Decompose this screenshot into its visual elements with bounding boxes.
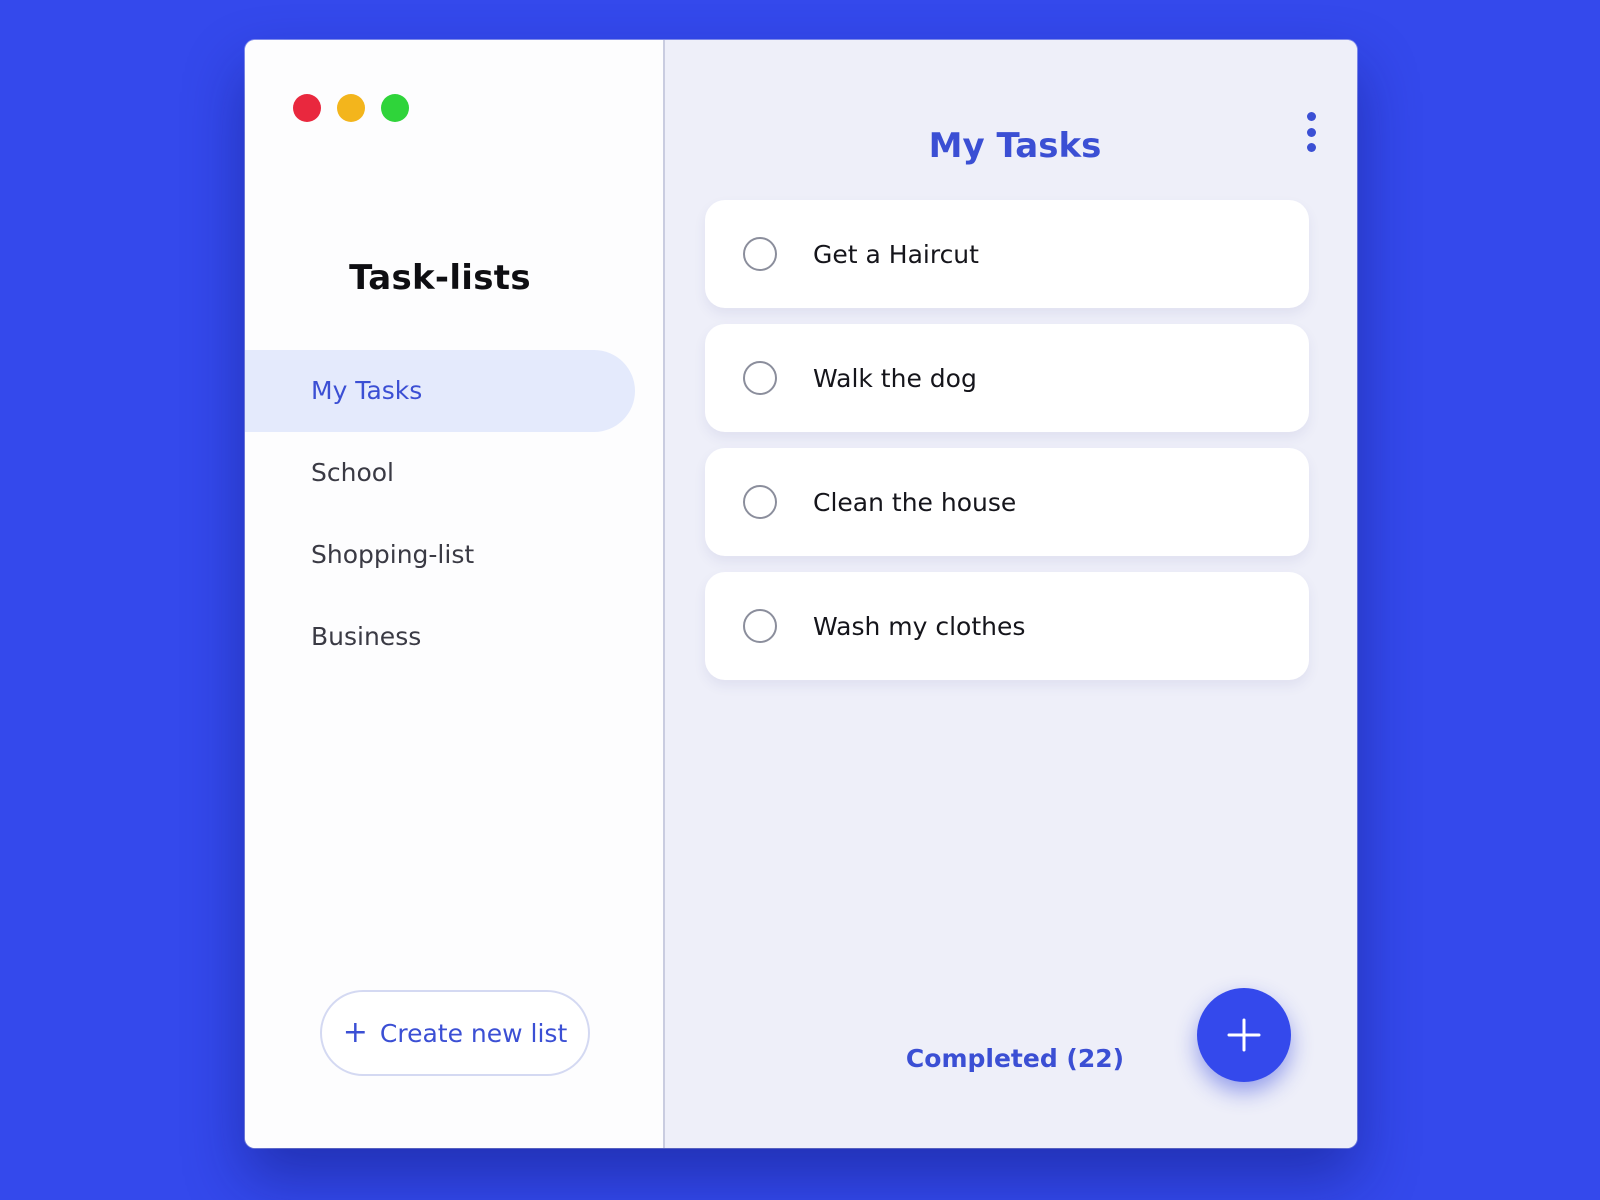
sidebar-item-label: Business xyxy=(311,622,422,651)
window-controls xyxy=(293,94,409,122)
task-label[interactable]: Walk the dog xyxy=(813,364,977,393)
sidebar-item-school[interactable]: School xyxy=(245,432,635,514)
task-label[interactable]: Wash my clothes xyxy=(813,612,1025,641)
sidebar-item-label: Shopping-list xyxy=(311,540,475,569)
plus-icon: + xyxy=(342,1015,368,1050)
kebab-dot xyxy=(1306,127,1316,137)
task-list-nav: My Tasks School Shopping-list Business xyxy=(245,350,635,678)
sidebar-item-shopping-list[interactable]: Shopping-list xyxy=(245,514,635,596)
task-label[interactable]: Clean the house xyxy=(813,488,1016,517)
sidebar-item-label: My Tasks xyxy=(311,376,423,405)
task-card: Clean the house xyxy=(705,448,1309,556)
task-list: Get a Haircut Walk the dog Clean the hou… xyxy=(705,200,1309,696)
app-window: Task-lists My Tasks School Shopping-list… xyxy=(245,40,1357,1148)
sidebar-item-business[interactable]: Business xyxy=(245,596,635,678)
add-task-button[interactable] xyxy=(1197,988,1291,1082)
more-vertical-icon[interactable] xyxy=(1301,112,1321,152)
task-checkbox-circle-icon[interactable] xyxy=(743,361,777,395)
task-checkbox-circle-icon[interactable] xyxy=(743,609,777,643)
task-card: Walk the dog xyxy=(705,324,1309,432)
kebab-dot xyxy=(1306,143,1316,152)
main-panel: My Tasks Get a Haircut Walk the dog Clea… xyxy=(665,40,1357,1148)
create-new-list-label: Create new list xyxy=(379,1018,568,1048)
sidebar-item-my-tasks[interactable]: My Tasks xyxy=(245,350,635,432)
sidebar-item-label: School xyxy=(311,458,394,487)
minimize-window-icon[interactable] xyxy=(337,94,365,122)
task-card: Get a Haircut xyxy=(705,200,1309,308)
task-checkbox-circle-icon[interactable] xyxy=(743,237,777,271)
task-label[interactable]: Get a Haircut xyxy=(813,240,979,269)
maximize-window-icon[interactable] xyxy=(381,94,409,122)
page-title: My Tasks xyxy=(928,126,1102,166)
sidebar: Task-lists My Tasks School Shopping-list… xyxy=(245,40,665,1148)
close-window-icon[interactable] xyxy=(293,94,321,122)
task-checkbox-circle-icon[interactable] xyxy=(743,485,777,519)
sidebar-title: Task-lists xyxy=(349,258,531,298)
kebab-dot xyxy=(1306,112,1316,121)
task-card: Wash my clothes xyxy=(705,572,1309,680)
create-new-list-button[interactable]: + Create new list xyxy=(320,990,590,1076)
plus-icon xyxy=(1227,1018,1261,1052)
